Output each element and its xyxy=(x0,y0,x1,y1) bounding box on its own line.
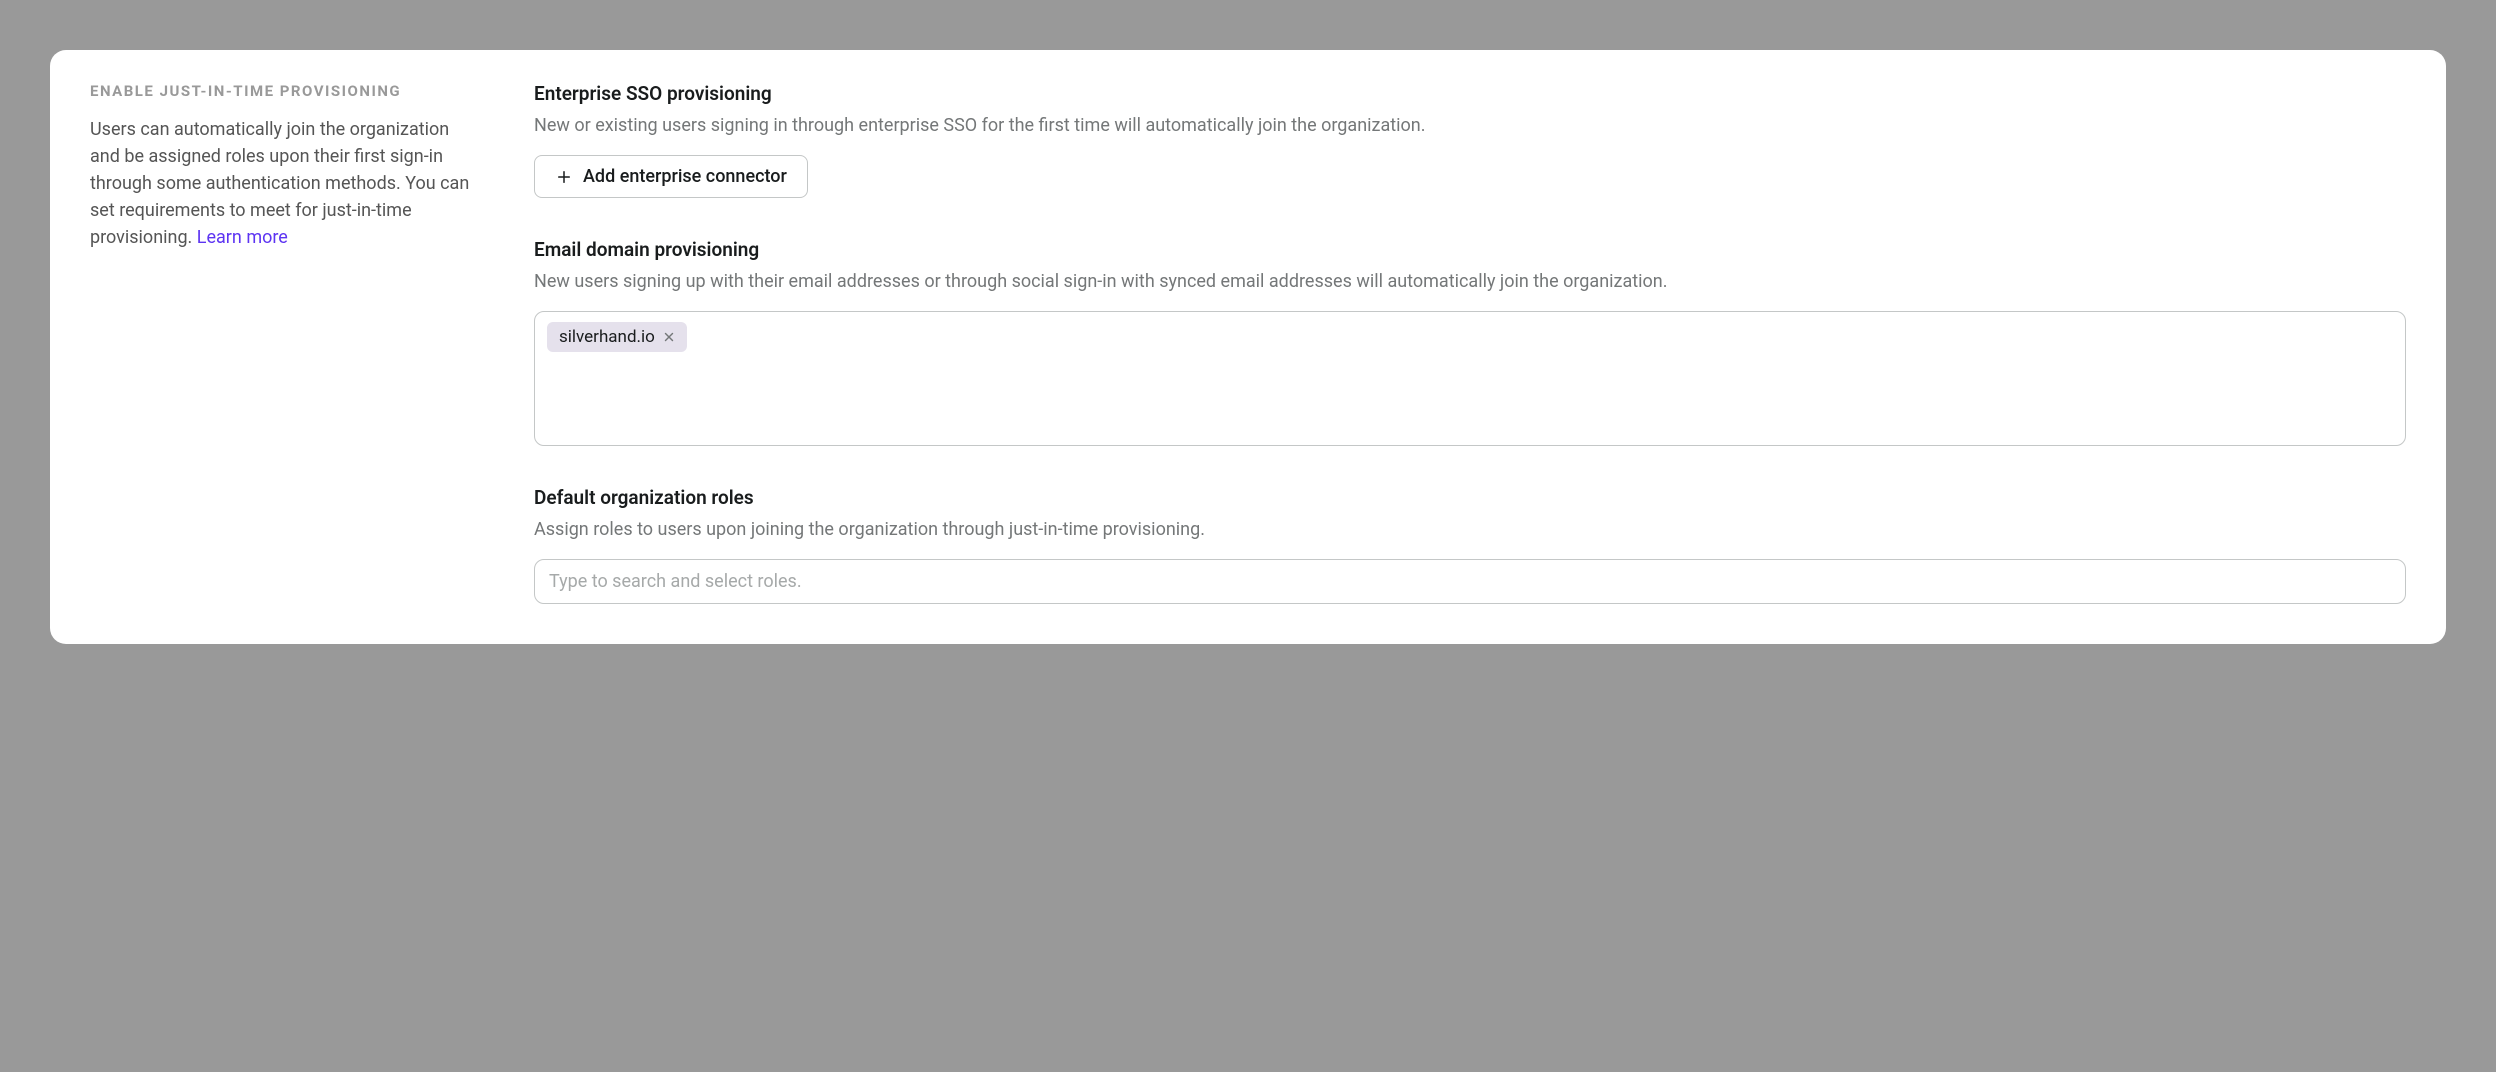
add-enterprise-connector-button[interactable]: Add enterprise connector xyxy=(534,155,808,198)
learn-more-link[interactable]: Learn more xyxy=(197,227,288,248)
domain-tag-label: silverhand.io xyxy=(559,327,655,347)
enterprise-sso-heading: Enterprise SSO provisioning xyxy=(534,82,2406,105)
section-description: Users can automatically join the organiz… xyxy=(90,116,470,251)
default-roles-heading: Default organization roles xyxy=(534,486,2406,509)
right-column: Enterprise SSO provisioning New or exist… xyxy=(534,82,2406,604)
left-column: ENABLE JUST-IN-TIME PROVISIONING Users c… xyxy=(90,82,470,604)
add-enterprise-connector-label: Add enterprise connector xyxy=(583,166,787,187)
email-domain-description: New users signing up with their email ad… xyxy=(534,269,2406,295)
close-icon xyxy=(662,330,676,344)
plus-icon xyxy=(555,168,573,186)
enterprise-sso-section: Enterprise SSO provisioning New or exist… xyxy=(534,82,2406,198)
email-domain-heading: Email domain provisioning xyxy=(534,238,2406,261)
email-domain-input[interactable]: silverhand.io xyxy=(534,311,2406,446)
enterprise-sso-description: New or existing users signing in through… xyxy=(534,113,2406,139)
settings-card: ENABLE JUST-IN-TIME PROVISIONING Users c… xyxy=(50,50,2446,644)
email-domain-section: Email domain provisioning New users sign… xyxy=(534,238,2406,446)
section-title: ENABLE JUST-IN-TIME PROVISIONING xyxy=(90,82,470,100)
roles-search-input[interactable] xyxy=(534,559,2406,604)
default-roles-description: Assign roles to users upon joining the o… xyxy=(534,517,2406,543)
domain-tag: silverhand.io xyxy=(547,322,687,352)
default-roles-section: Default organization roles Assign roles … xyxy=(534,486,2406,604)
remove-tag-button[interactable] xyxy=(661,329,677,345)
